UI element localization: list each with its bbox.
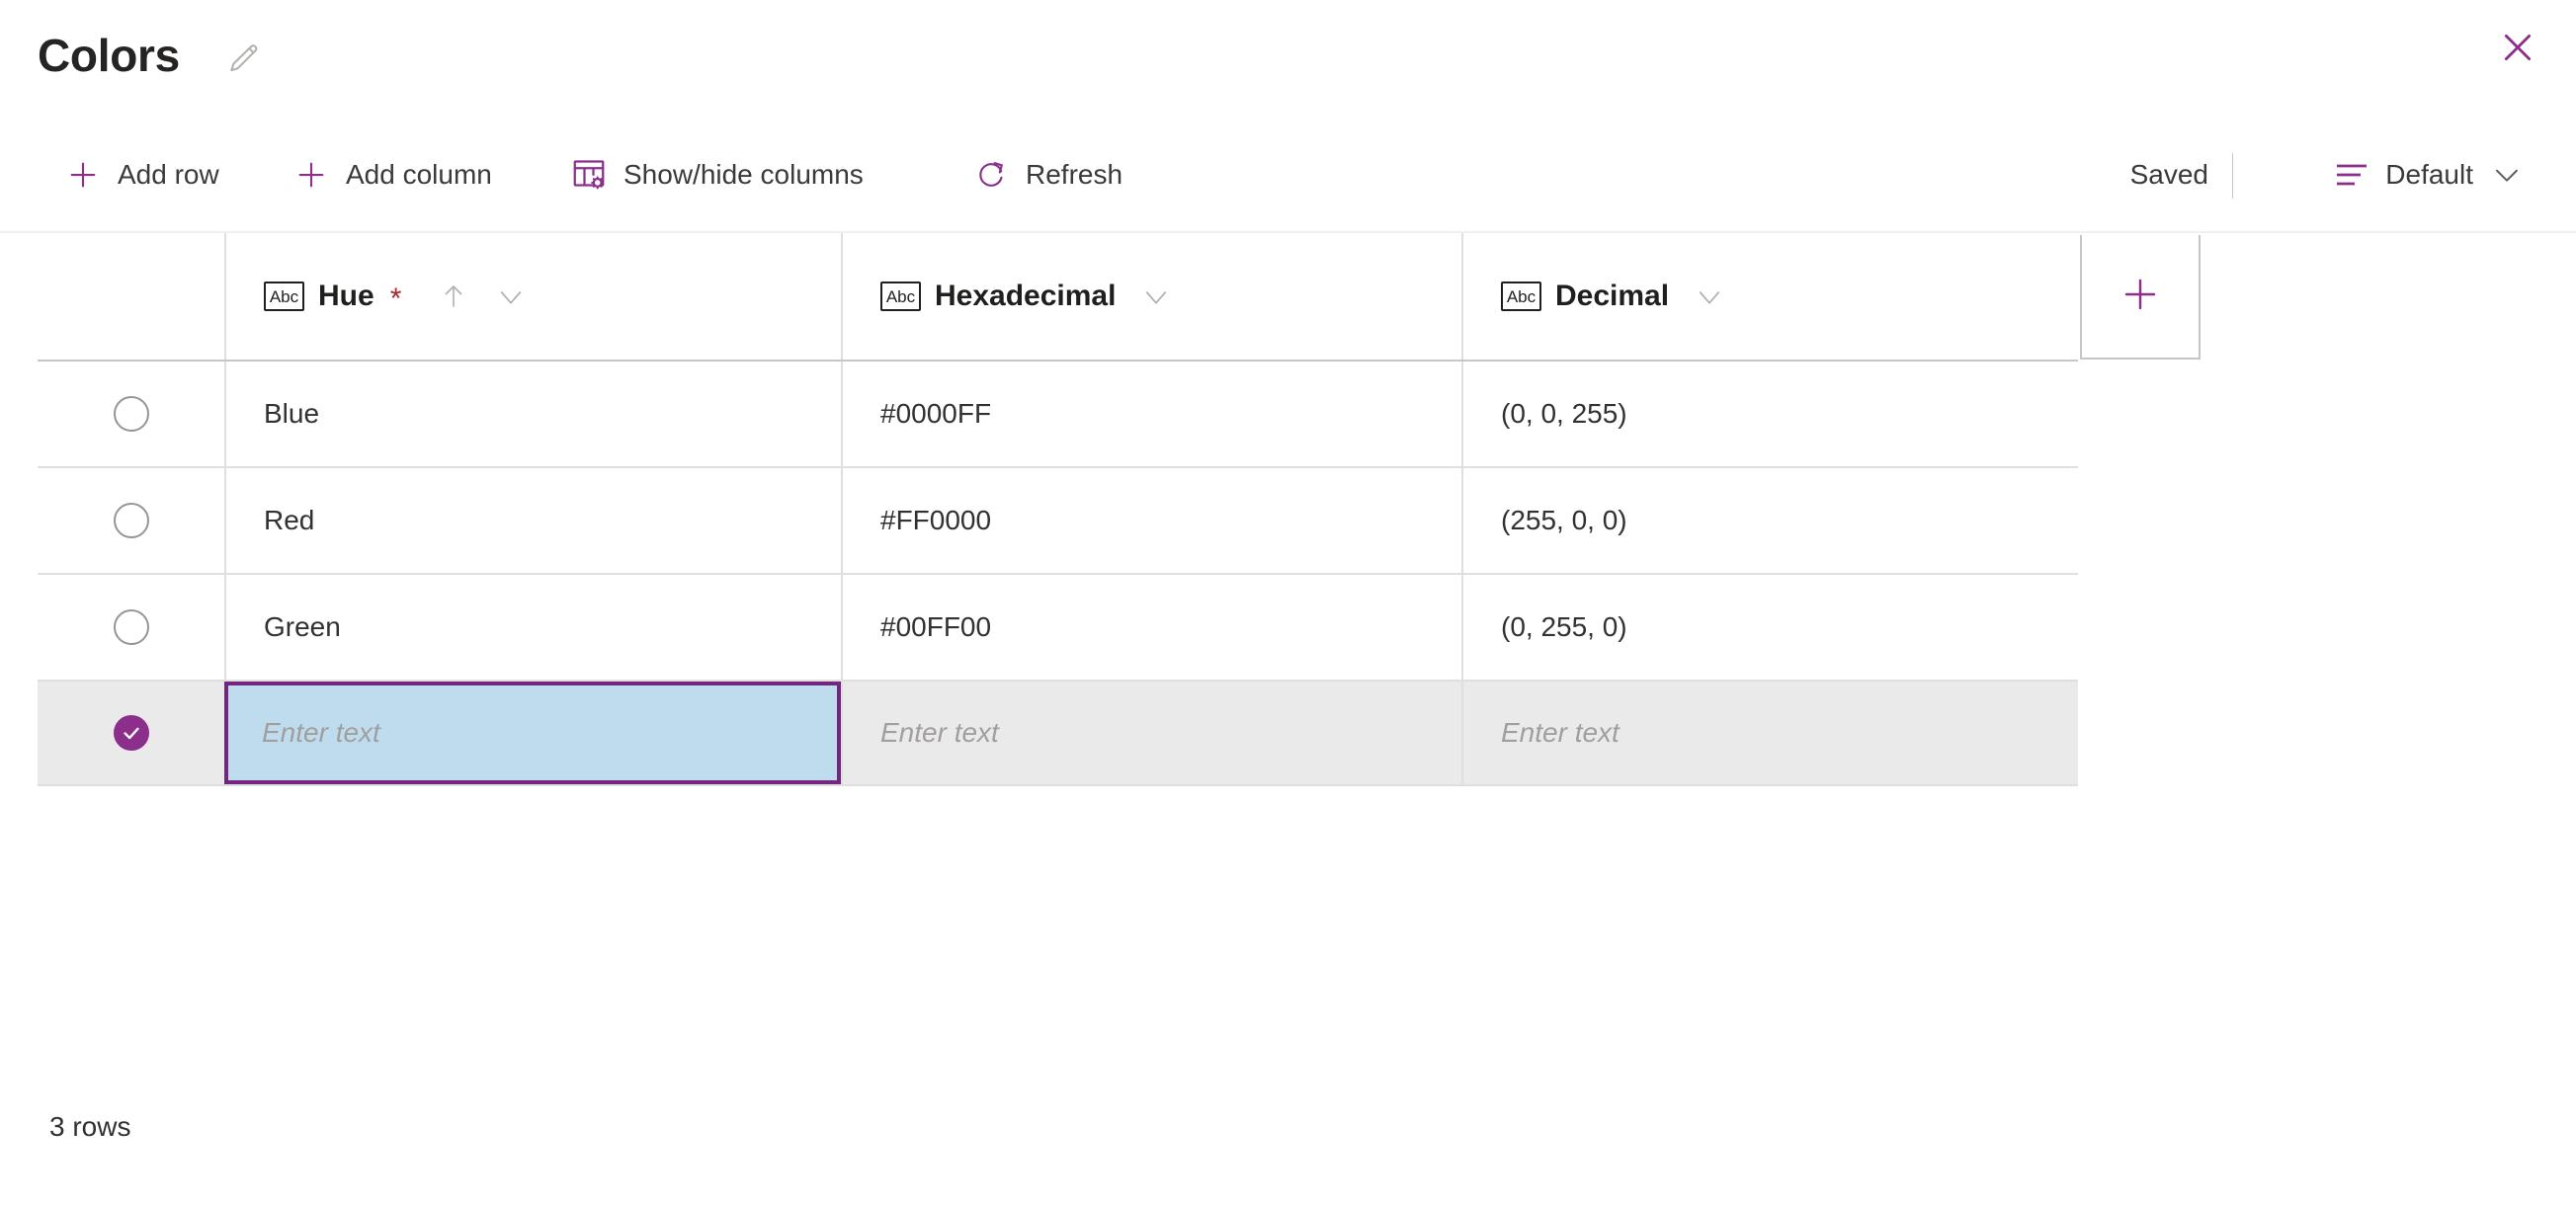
chevron-down-icon[interactable] (1139, 280, 1173, 313)
text-type-icon: Abc (1501, 282, 1541, 311)
close-icon (2498, 28, 2537, 72)
row-select-control[interactable] (38, 468, 224, 573)
row-count-label: 3 rows (49, 1111, 131, 1142)
edit-title-button[interactable] (220, 38, 268, 85)
row-checkbox-checked[interactable] (113, 715, 149, 751)
column-header-hue[interactable]: Abc Hue * (224, 233, 841, 360)
chevron-down-icon (2489, 157, 2525, 193)
grid-cell-hexadecimal[interactable]: #0000FF (841, 362, 1461, 466)
title-bar: Colors (0, 0, 2576, 126)
page-title: Colors (38, 30, 180, 81)
show-hide-columns-label: Show/hide columns (623, 159, 864, 190)
toolbar-divider (2232, 153, 2233, 199)
grid-cell-decimal[interactable]: (0, 0, 255) (1461, 362, 2078, 466)
refresh-button[interactable]: Refresh (973, 133, 1122, 216)
table-row[interactable]: Blue #0000FF (0, 0, 255) (38, 362, 2078, 468)
text-type-icon: Abc (880, 282, 921, 311)
new-row[interactable]: Enter text Enter text Enter text (38, 682, 2078, 786)
add-row-label: Add row (118, 159, 219, 190)
new-row-input-hexadecimal[interactable]: Enter text (841, 682, 1461, 784)
row-select-control[interactable] (38, 575, 224, 680)
table-row[interactable]: Green #00FF00 (0, 255, 0) (38, 575, 2078, 682)
required-marker: * (389, 282, 402, 315)
row-checkbox[interactable] (113, 396, 149, 432)
grid-cell-hue[interactable]: Green (224, 575, 841, 680)
row-select-control[interactable] (38, 682, 224, 784)
add-row-button[interactable]: Add row (65, 133, 219, 216)
grid-cell-decimal[interactable]: (255, 0, 0) (1461, 468, 2078, 573)
saved-status: Saved (2129, 159, 2208, 190)
new-row-input-hue[interactable]: Enter text (224, 682, 841, 784)
grid-cell-hexadecimal[interactable]: #FF0000 (841, 468, 1461, 573)
chevron-down-icon[interactable] (494, 280, 528, 313)
placeholder-text: Enter text (880, 717, 999, 748)
row-checkbox[interactable] (113, 609, 149, 645)
column-header-label: Hue (318, 280, 374, 312)
pencil-icon (225, 40, 263, 83)
column-header-label: Hexadecimal (935, 280, 1117, 312)
plus-icon (293, 157, 329, 193)
chevron-down-icon[interactable] (1693, 280, 1726, 313)
new-row-input-decimal[interactable]: Enter text (1461, 682, 2078, 784)
plus-icon (65, 157, 101, 193)
show-hide-columns-button[interactable]: Show/hide columns (571, 133, 864, 216)
add-column-cell-button[interactable] (2080, 235, 2201, 360)
placeholder-text: Enter text (262, 717, 380, 748)
grid-cell-hue[interactable]: Blue (224, 362, 841, 466)
view-selector-button[interactable]: Default (2334, 133, 2525, 216)
row-checkbox[interactable] (113, 503, 149, 538)
data-grid: Abc Hue * Abc Hexadecimal Abc Decimal Bl… (38, 233, 2078, 786)
view-selector-label: Default (2385, 159, 2473, 190)
text-type-icon: Abc (264, 282, 304, 311)
column-header-hexadecimal[interactable]: Abc Hexadecimal (841, 233, 1461, 360)
command-bar: Add row Add column Show/hide columns Ref… (0, 133, 2576, 216)
grid-header-select-column (38, 233, 224, 360)
placeholder-text: Enter text (1501, 717, 1620, 748)
sort-ascending-icon[interactable] (437, 280, 470, 313)
columns-settings-icon (571, 157, 607, 193)
column-header-decimal[interactable]: Abc Decimal (1461, 233, 2078, 360)
row-select-control[interactable] (38, 362, 224, 466)
refresh-icon (973, 157, 1009, 193)
table-row[interactable]: Red #FF0000 (255, 0, 0) (38, 468, 2078, 575)
list-view-icon (2334, 157, 2369, 193)
grid-cell-hexadecimal[interactable]: #00FF00 (841, 575, 1461, 680)
grid-cell-decimal[interactable]: (0, 255, 0) (1461, 575, 2078, 680)
plus-icon (2119, 274, 2161, 320)
grid-header-row: Abc Hue * Abc Hexadecimal Abc Decimal (38, 233, 2078, 362)
column-header-label: Decimal (1555, 280, 1670, 312)
grid-cell-hue[interactable]: Red (224, 468, 841, 573)
refresh-label: Refresh (1026, 159, 1123, 190)
add-column-label: Add column (346, 159, 492, 190)
add-column-button[interactable]: Add column (293, 133, 492, 216)
close-button[interactable] (2485, 17, 2550, 82)
